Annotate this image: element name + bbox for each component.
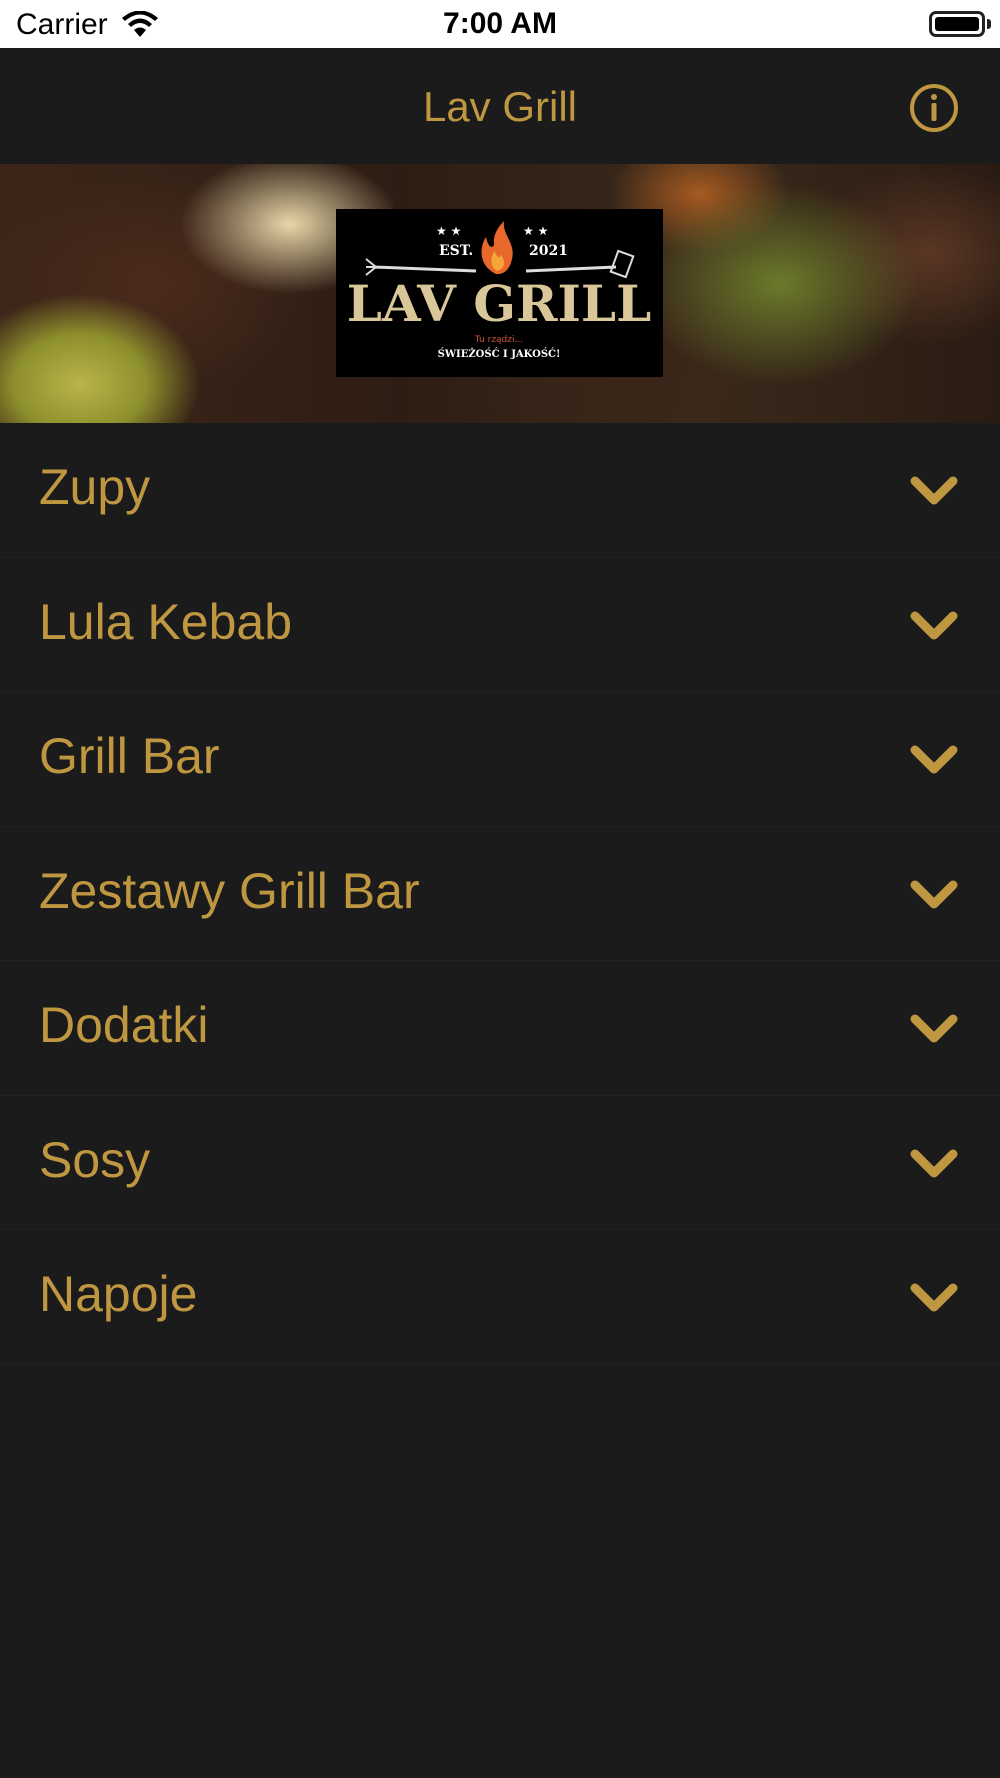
battery-icon xyxy=(929,11,985,37)
navigation-bar: Lav Grill xyxy=(0,48,1000,164)
menu-category-label: Zestawy Grill Bar xyxy=(39,862,420,919)
chevron-down-icon xyxy=(910,1014,958,1043)
menu-category-zestawy-grill-bar[interactable]: Zestawy Grill Bar xyxy=(0,827,1000,961)
chevron-down-icon xyxy=(910,1283,958,1312)
hero-banner: ★ ★ ★ ★ EST. 2021 LAV GRILL Tu rządzi...… xyxy=(0,164,1000,423)
battery-cap xyxy=(987,19,991,29)
svg-text:★ ★: ★ ★ xyxy=(523,224,548,238)
menu-category-label: Napoje xyxy=(39,1266,198,1322)
menu-category-label: Grill Bar xyxy=(39,728,220,784)
svg-text:★ ★: ★ ★ xyxy=(436,224,461,238)
status-time: 7:00 AM xyxy=(443,7,557,40)
menu-category-list: Zupy Lula Kebab Grill Bar Zestawy Grill … xyxy=(0,423,1000,1365)
svg-text:EST.: EST. xyxy=(439,243,473,259)
menu-category-dodatki[interactable]: Dodatki xyxy=(0,961,1000,1096)
logo-brand-text: LAV GRILL xyxy=(347,274,651,333)
menu-category-label: Dodatki xyxy=(39,997,209,1053)
svg-text:2021: 2021 xyxy=(529,243,568,259)
menu-category-label: Sosy xyxy=(39,1131,151,1188)
info-icon[interactable] xyxy=(909,83,959,133)
status-bar: Carrier 7:00 AM xyxy=(0,0,1000,48)
chevron-down-icon xyxy=(910,611,958,639)
lav-grill-logo: ★ ★ ★ ★ EST. 2021 LAV GRILL Tu rządzi...… xyxy=(336,209,663,377)
chevron-down-icon xyxy=(910,476,958,505)
menu-category-lula-kebab[interactable]: Lula Kebab xyxy=(0,558,1000,692)
nav-title: Lav Grill xyxy=(422,83,578,130)
menu-category-grill-bar[interactable]: Grill Bar xyxy=(0,692,1000,827)
logo-tagline: ŚWIEŻOŚĆ I JAKOŚĆ! xyxy=(438,347,561,360)
menu-category-sosy[interactable]: Sosy xyxy=(0,1096,1000,1230)
menu-category-napoje[interactable]: Napoje xyxy=(0,1230,1000,1365)
menu-category-label: Zupy xyxy=(39,459,151,515)
menu-category-zupy[interactable]: Zupy xyxy=(0,423,1000,558)
logo-tagline-small: Tu rządzi... xyxy=(474,335,523,345)
menu-category-label: Lula Kebab xyxy=(39,593,293,650)
chevron-down-icon xyxy=(910,745,958,774)
chevron-down-icon xyxy=(910,880,958,908)
chevron-down-icon xyxy=(910,1149,958,1177)
